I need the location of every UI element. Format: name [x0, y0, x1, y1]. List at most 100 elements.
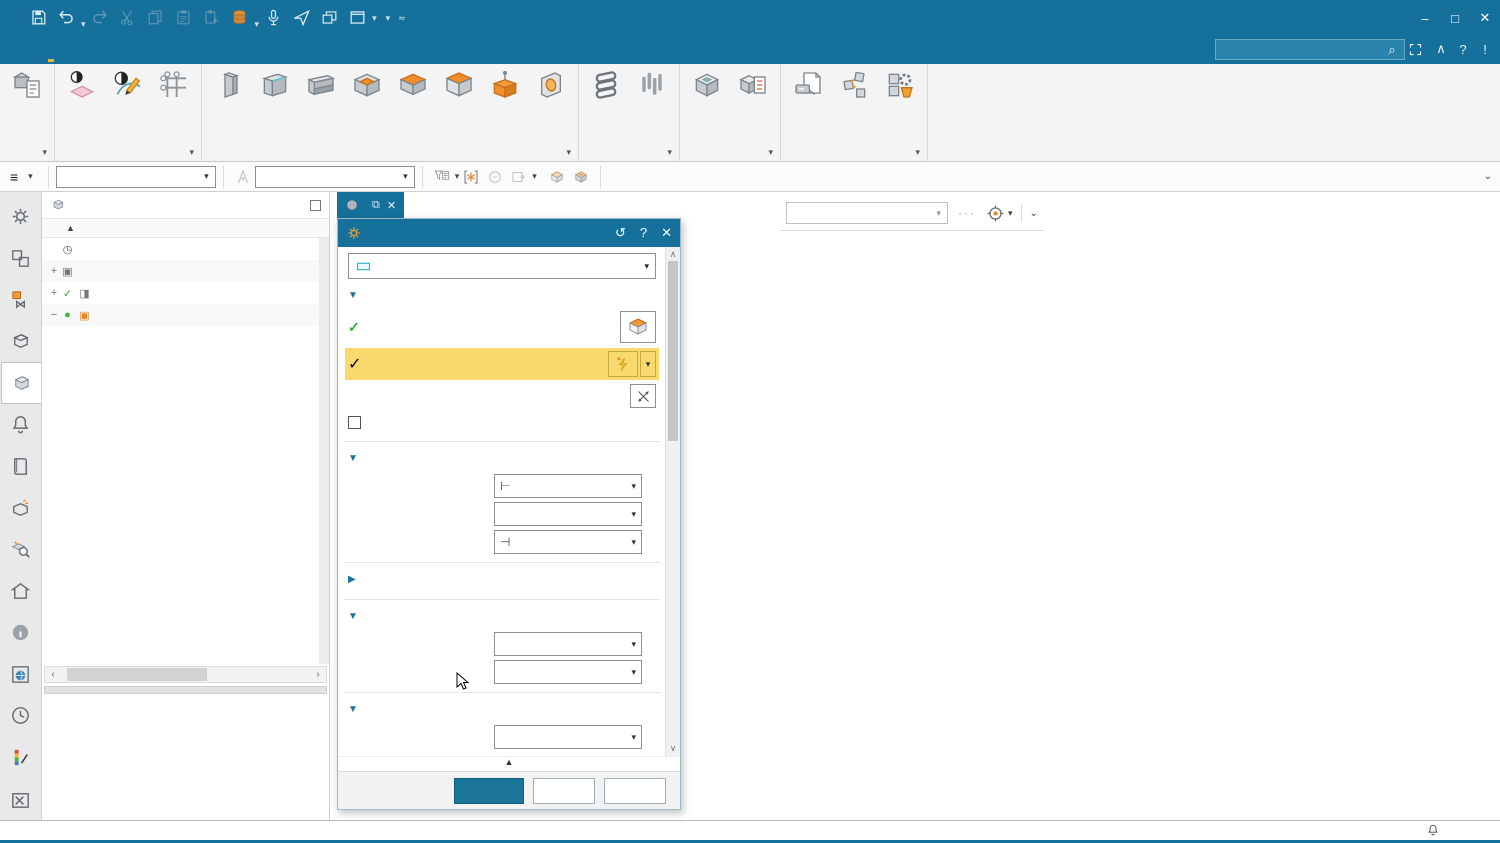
- rebar-3d-model[interactable]: [680, 218, 1500, 818]
- minimize-button[interactable]: –: [1410, 0, 1440, 36]
- group-gallery-arrow-icon[interactable]: ▾: [566, 147, 571, 158]
- find-component-icon[interactable]: [1, 529, 41, 571]
- search-input[interactable]: [1223, 43, 1384, 57]
- database-icon[interactable]: [227, 4, 253, 30]
- menu-assemblies[interactable]: [96, 37, 126, 64]
- save-icon[interactable]: [25, 4, 51, 30]
- alerts-icon[interactable]: !: [1474, 42, 1496, 57]
- ribbon-button-wall[interactable]: [252, 66, 298, 107]
- visual-reports-icon[interactable]: [1, 737, 41, 779]
- distance-input[interactable]: ▾: [494, 502, 642, 526]
- select-start-face-row[interactable]: ✓: [348, 309, 656, 345]
- customer-defaults-icon[interactable]: [1, 778, 41, 820]
- checkmark-icon[interactable]: ✓: [60, 287, 75, 300]
- filter-list-icon[interactable]: [430, 166, 454, 188]
- menu-analysis[interactable]: [156, 37, 186, 64]
- menu-tools[interactable]: [306, 37, 336, 64]
- assembly-navigator-icon[interactable]: [1, 238, 41, 280]
- reuse-library-icon[interactable]: [1, 404, 41, 446]
- command-finder-icon[interactable]: [288, 4, 314, 30]
- ribbon-group-label-room[interactable]: ▾: [684, 143, 776, 161]
- search-icon[interactable]: ⌕: [1384, 42, 1400, 58]
- face-select-button[interactable]: [620, 311, 656, 343]
- fullscreen-icon[interactable]: [1408, 42, 1430, 57]
- gear-icon[interactable]: [1, 196, 41, 238]
- point-dialog-button[interactable]: [608, 351, 638, 377]
- menu-home[interactable]: [36, 37, 66, 64]
- cancel-button[interactable]: [604, 778, 666, 804]
- menu-selection[interactable]: [216, 37, 246, 64]
- tree-item-model-history[interactable]: −●▣: [42, 304, 319, 326]
- diameter-input[interactable]: ▾: [494, 632, 642, 656]
- ribbon-button-room-report[interactable]: [730, 66, 776, 107]
- expander-icon[interactable]: +: [48, 287, 60, 299]
- ribbon-button-classify-component[interactable]: [785, 66, 831, 107]
- reverse-direction-button[interactable]: [630, 384, 656, 408]
- apply-button[interactable]: [533, 778, 595, 804]
- tab-close-icon[interactable]: ✕: [387, 199, 396, 212]
- menu-button[interactable]: ≡ ▾: [0, 169, 41, 185]
- type-filter-select[interactable]: ▾: [56, 166, 216, 188]
- ribbon-button-structure-library[interactable]: [877, 66, 923, 107]
- menu-curve[interactable]: [126, 37, 156, 64]
- toolbar-more-icon[interactable]: ⌄: [1484, 171, 1492, 182]
- selection-scope-select[interactable]: ▾: [255, 166, 415, 188]
- minimize-ribbon-icon[interactable]: ∧: [1430, 41, 1452, 57]
- graphics-viewport[interactable]: ⧉ ✕ ▾ ··· ▾ ⌄ ↺ ? ✕: [330, 192, 1500, 820]
- rebar-type-select[interactable]: ▾: [348, 253, 656, 279]
- info-icon[interactable]: [1, 612, 41, 654]
- point-options-dropdown[interactable]: ▾: [640, 351, 656, 377]
- wcs-orient-icon[interactable]: [545, 166, 569, 188]
- scroll-up-icon[interactable]: ∧: [666, 249, 680, 260]
- menu-modeling[interactable]: [66, 37, 96, 64]
- cascade-windows-icon[interactable]: [316, 4, 342, 30]
- ribbon-button-roof[interactable]: [436, 66, 482, 107]
- ribbon-group-label-construction[interactable]: ▾: [59, 143, 197, 161]
- toolbar-overflow-icon[interactable]: ≂: [398, 13, 406, 24]
- dialog-close-icon[interactable]: ✕: [661, 225, 672, 241]
- tree-column-header[interactable]: ▲: [42, 218, 329, 238]
- command-search[interactable]: ⌕: [1215, 39, 1405, 60]
- ribbon-button-column[interactable]: [206, 66, 252, 107]
- database-dropdown-arrow[interactable]: ▾: [255, 19, 260, 29]
- history-clock-icon[interactable]: [1, 695, 41, 737]
- section-properties[interactable]: ▶: [348, 565, 656, 593]
- undock-icon[interactable]: [310, 200, 321, 211]
- scrollbar-thumb[interactable]: [67, 668, 207, 681]
- panel-splitter[interactable]: [44, 686, 327, 694]
- dialog-help-icon[interactable]: ?: [640, 225, 647, 241]
- web-browser-icon[interactable]: [1, 654, 41, 696]
- ribbon-button-sketch-on-level[interactable]: [105, 66, 151, 107]
- dialog-scroll-thumb[interactable]: [668, 261, 678, 441]
- dialog-reset-icon[interactable]: ↺: [615, 225, 626, 241]
- ribbon-button-longitudinal-rebars[interactable]: [629, 66, 675, 107]
- dialog-scrollbar[interactable]: ∧ ∨: [665, 247, 680, 756]
- maximize-button[interactable]: □: [1440, 0, 1470, 36]
- start-select[interactable]: ⊢▾: [494, 474, 642, 498]
- scroll-left-icon[interactable]: ‹: [45, 669, 61, 680]
- part-navigator-icon[interactable]: [1, 321, 41, 363]
- group-gallery-arrow-icon[interactable]: ▾: [667, 147, 672, 158]
- section-limits[interactable]: ▼: [348, 444, 656, 472]
- ribbon-group-label-setup[interactable]: ▾: [4, 143, 50, 161]
- tree-item-history-modeling-mode[interactable]: ◷: [42, 238, 319, 260]
- exclude-segment-row[interactable]: [348, 409, 656, 435]
- ribbon-button-opening[interactable]: [528, 66, 574, 107]
- snap-point-icon[interactable]: [459, 166, 483, 188]
- exclude-segment-checkbox[interactable]: [348, 416, 361, 429]
- dialog-header[interactable]: ↺ ? ✕: [338, 219, 680, 247]
- ribbon-button-explode-component[interactable]: [831, 66, 877, 107]
- scroll-right-icon[interactable]: ›: [310, 669, 326, 680]
- part-navigator-active-icon[interactable]: [1, 362, 41, 404]
- help-icon[interactable]: ?: [1452, 42, 1474, 57]
- group-gallery-arrow-icon[interactable]: ▾: [42, 147, 47, 158]
- scroll-down-icon[interactable]: ∨: [666, 743, 680, 754]
- expander-icon[interactable]: −: [48, 309, 60, 321]
- ribbon-button-level[interactable]: [59, 66, 105, 107]
- ribbon-button-beam[interactable]: [298, 66, 344, 107]
- horizontal-scrollbar[interactable]: ‹ ›: [44, 666, 327, 683]
- menu-application[interactable]: [336, 37, 366, 64]
- ribbon-button-initialize-project[interactable]: [4, 66, 50, 107]
- ribbon-button-grid[interactable]: [151, 66, 197, 107]
- tab-column-prt[interactable]: ⧉ ✕: [337, 192, 404, 218]
